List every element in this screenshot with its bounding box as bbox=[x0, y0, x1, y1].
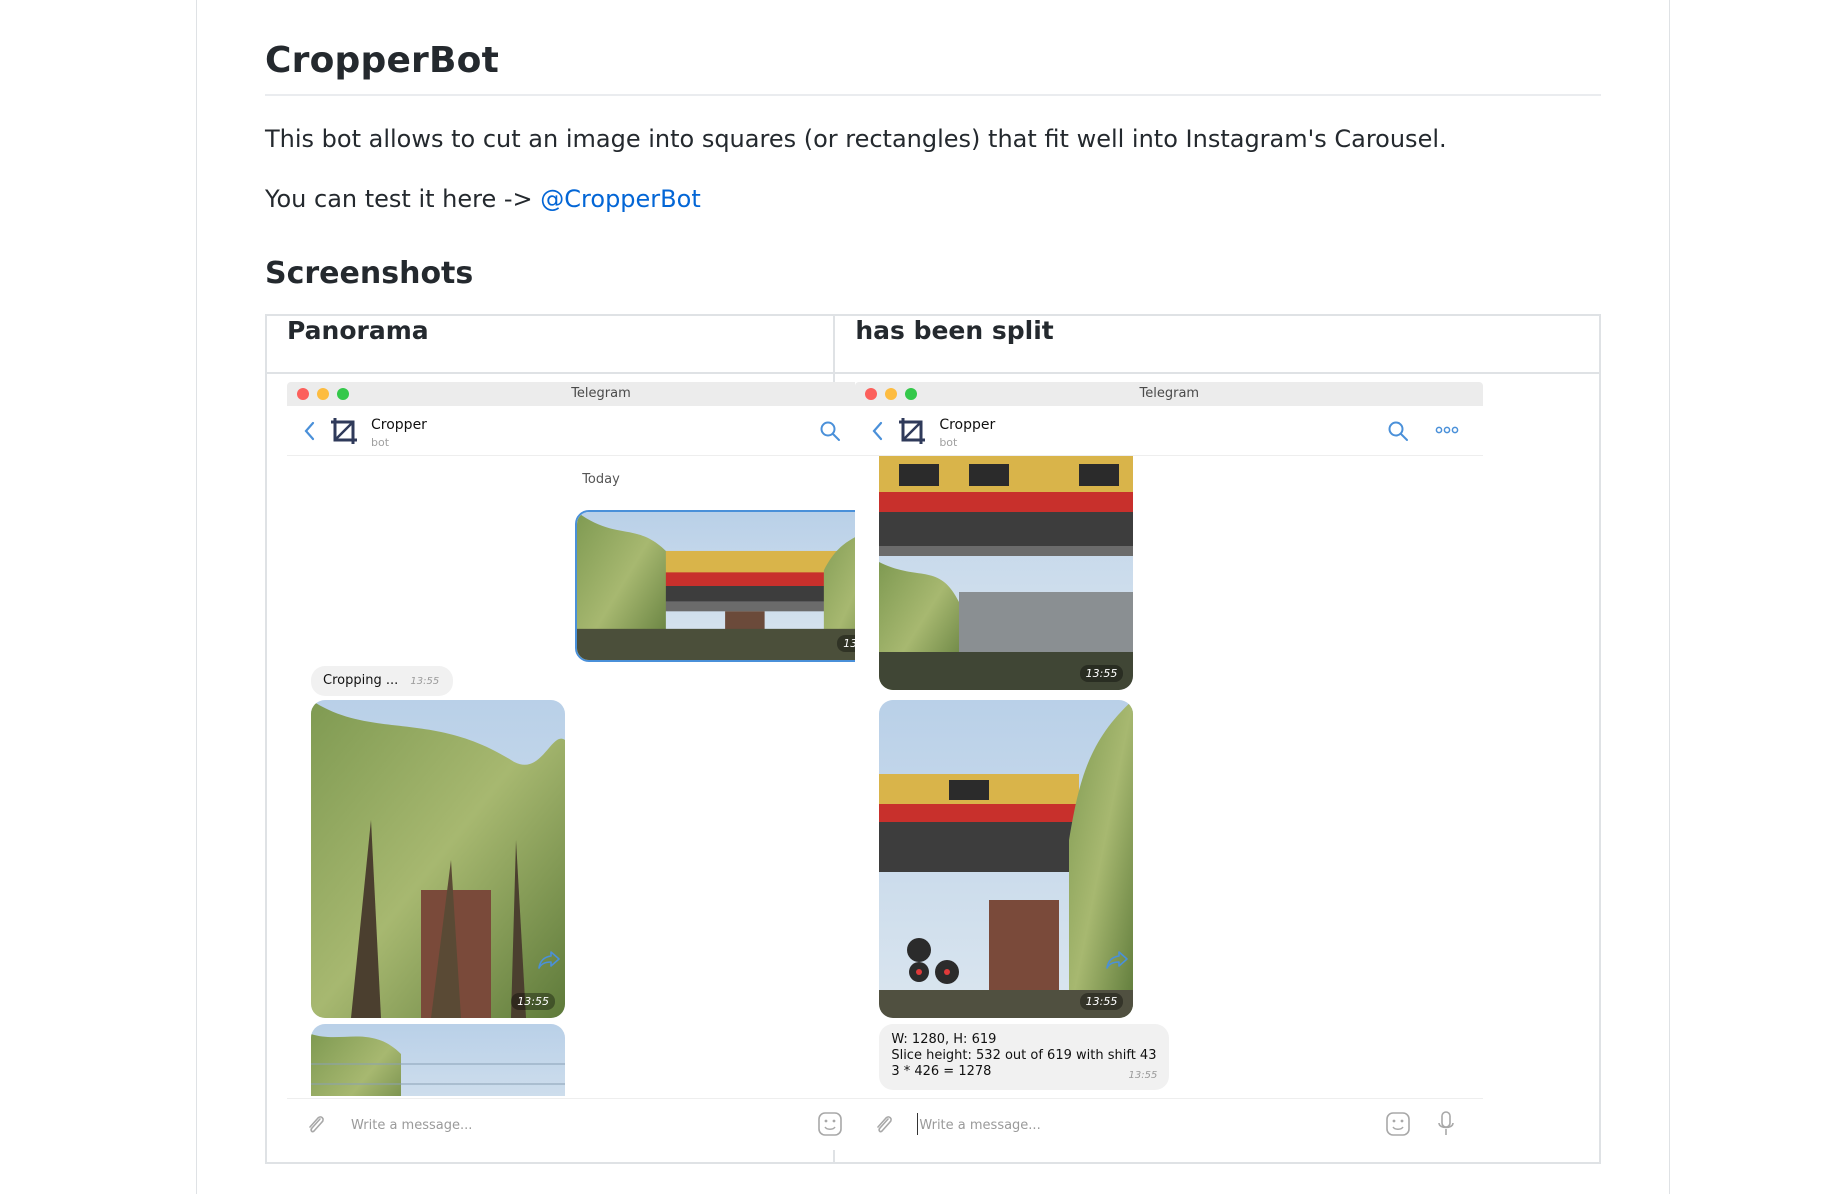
page-title: CropperBot bbox=[265, 40, 499, 81]
share-arrow-icon[interactable] bbox=[537, 950, 561, 970]
chat-subtitle: bot bbox=[939, 436, 958, 449]
bot-link[interactable]: @CropperBot bbox=[540, 185, 700, 213]
screenshots-heading: Screenshots bbox=[265, 256, 474, 291]
share-arrow-icon[interactable] bbox=[1105, 950, 1129, 970]
message-list[interactable]: 13:55 13:55 W: 1280, H: 619 Slice height… bbox=[855, 456, 1483, 1096]
message-list[interactable]: Today Cropping ... 13:55 13:55 bbox=[287, 456, 915, 1096]
crop-icon bbox=[899, 418, 926, 444]
chat-name: Cropper bbox=[939, 417, 996, 433]
telegram-window-right: Telegram Cropper bot 13:55 13:55 W: 1280… bbox=[855, 382, 1484, 1150]
microphone-icon[interactable] bbox=[1437, 1111, 1455, 1137]
chevron-left-icon[interactable] bbox=[301, 420, 319, 442]
info-line: 3 * 426 = 1278 bbox=[891, 1064, 992, 1079]
window-title: Telegram bbox=[571, 386, 631, 401]
table-header-panorama: Panorama bbox=[264, 314, 836, 374]
text-cursor bbox=[917, 1113, 919, 1135]
telegram-window-left: Telegram Cropper bot Today Cropping ... … bbox=[287, 382, 915, 1150]
chat-header: Cropper bot bbox=[287, 406, 915, 456]
message-time: 13:55 bbox=[410, 676, 440, 687]
message-composer bbox=[855, 1098, 1484, 1150]
chat-header: Cropper bot bbox=[855, 406, 1484, 456]
crop-icon bbox=[331, 418, 357, 444]
chat-name: Cropper bbox=[371, 417, 427, 433]
chat-subtitle: bot bbox=[371, 436, 390, 449]
message-time: 13:55 bbox=[1079, 665, 1124, 682]
screenshot-cell-right: Telegram Cropper bot 13:55 13:55 W: 1280… bbox=[833, 372, 1601, 1164]
slice-photo-1[interactable]: 13:55 bbox=[311, 700, 565, 1018]
test-line: You can test it here -> @CropperBot bbox=[265, 184, 701, 214]
slice-photo-2[interactable] bbox=[311, 1024, 565, 1096]
description-text: This bot allows to cut an image into squ… bbox=[265, 125, 1447, 153]
paperclip-icon[interactable] bbox=[305, 1113, 327, 1137]
window-titlebar: Telegram bbox=[287, 382, 915, 406]
day-label: Today bbox=[582, 472, 620, 487]
screenshot-cell-left: Telegram Cropper bot Today Cropping ... … bbox=[264, 372, 915, 1164]
message-time: 13:55 bbox=[1079, 993, 1124, 1010]
slice-photo-2[interactable]: 13:55 bbox=[879, 700, 1134, 1018]
info-message: W: 1280, H: 619 Slice height: 532 out of… bbox=[879, 1024, 1170, 1090]
message-composer bbox=[287, 1098, 915, 1150]
test-prefix: You can test it here -> bbox=[265, 185, 541, 213]
window-titlebar: Telegram bbox=[855, 382, 1484, 406]
slice-photo-1[interactable]: 13:55 bbox=[879, 456, 1134, 690]
message-time: 13:55 bbox=[1128, 1070, 1158, 1081]
more-dots-icon[interactable] bbox=[1435, 422, 1459, 438]
info-line: Slice height: 532 out of 619 with shift … bbox=[891, 1048, 1157, 1063]
title-divider bbox=[265, 94, 1601, 96]
paperclip-icon[interactable] bbox=[873, 1113, 895, 1137]
info-line: W: 1280, H: 619 bbox=[891, 1032, 997, 1047]
sticker-icon[interactable] bbox=[1385, 1111, 1411, 1137]
message-input[interactable] bbox=[919, 1115, 1360, 1135]
table-header-split: has been split bbox=[833, 314, 1601, 374]
cropping-text: Cropping ... bbox=[323, 673, 399, 688]
screenshots-table: Panorama has been split Telegram Cropper… bbox=[264, 314, 1601, 1164]
message-input[interactable] bbox=[351, 1115, 791, 1135]
chevron-left-icon[interactable] bbox=[869, 420, 887, 442]
window-title: Telegram bbox=[1139, 386, 1200, 401]
search-icon[interactable] bbox=[1387, 420, 1409, 442]
message-time: 13:55 bbox=[511, 993, 555, 1010]
cropping-message: Cropping ... 13:55 bbox=[311, 666, 453, 696]
